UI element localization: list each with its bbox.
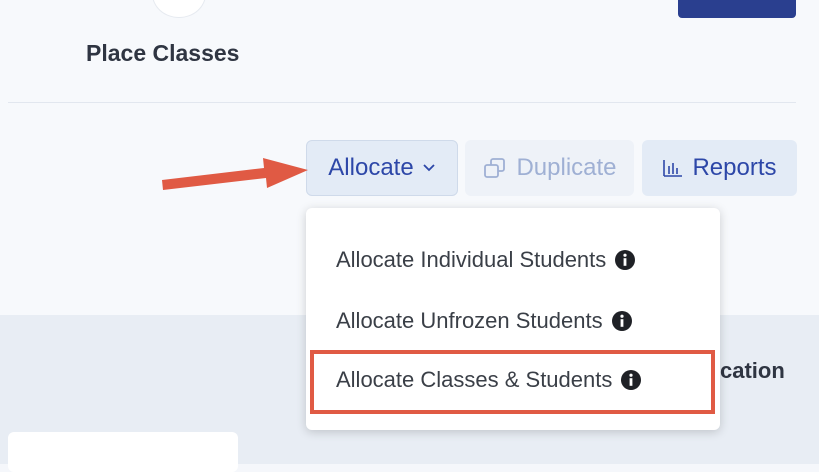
menu-item-allocate-unfrozen-students[interactable]: Allocate Unfrozen Students — [336, 308, 633, 334]
menu-item-label: Allocate Unfrozen Students — [336, 308, 603, 333]
allocate-label: Allocate — [328, 154, 414, 181]
menu-item-allocate-individual-students[interactable]: Allocate Individual Students — [336, 247, 636, 273]
chevron-down-icon — [422, 163, 436, 173]
duplicate-label: Duplicate — [516, 154, 617, 181]
bar-chart-icon — [662, 158, 684, 178]
annotation-highlight-box — [310, 350, 715, 414]
reports-label: Reports — [692, 154, 777, 181]
info-icon — [614, 249, 636, 271]
divider — [8, 102, 796, 103]
primary-button-partial[interactable] — [678, 0, 796, 18]
annotation-arrow — [162, 158, 308, 190]
copy-icon — [482, 156, 508, 180]
page-title: Place Classes — [86, 40, 240, 66]
reports-button[interactable]: Reports — [642, 140, 797, 196]
menu-item-label: Allocate Individual Students — [336, 247, 607, 272]
content-card — [8, 432, 238, 472]
allocate-button[interactable]: Allocate — [306, 140, 458, 196]
duplicate-button[interactable]: Duplicate — [465, 140, 634, 196]
partial-heading: cation — [720, 358, 785, 383]
info-icon — [611, 310, 633, 332]
